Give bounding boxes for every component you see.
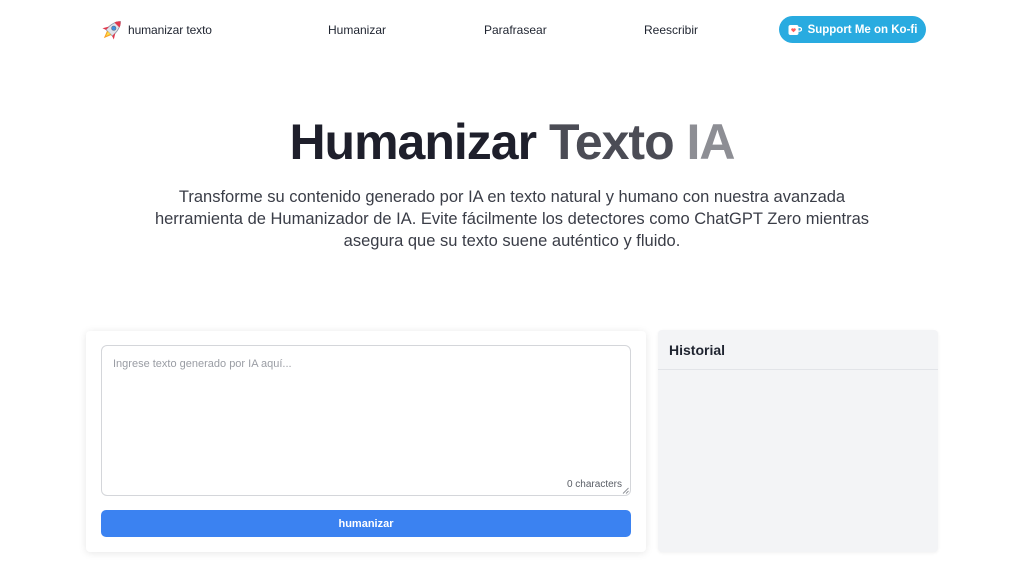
humanizar-button[interactable]: humanizar — [101, 510, 631, 537]
kofi-cup-icon — [788, 24, 802, 35]
nav-link-reescribir[interactable]: Reescribir — [644, 22, 698, 38]
brand-link[interactable]: humanizar texto — [98, 16, 212, 44]
character-count: 0 characters — [566, 479, 622, 490]
title-word-texto: Texto — [548, 114, 675, 170]
nav-link-humanizar[interactable]: Humanizar — [328, 22, 386, 38]
title-word-ia: IA — [686, 114, 736, 170]
top-navigation: humanizar texto Humanizar Parafrasear Re… — [0, 0, 1024, 60]
ai-text-input[interactable] — [102, 346, 630, 495]
humanizer-card: 0 characters humanizar — [86, 331, 646, 552]
support-kofi-button[interactable]: Support Me on Ko-fi — [779, 16, 926, 43]
brand-name: humanizar texto — [128, 23, 212, 37]
text-input-container: 0 characters — [101, 345, 631, 496]
page-title: Humanizar Texto IA — [0, 110, 1024, 174]
history-panel: Historial — [658, 330, 938, 552]
nav-link-parafrasear[interactable]: Parafrasear — [484, 22, 547, 38]
page: humanizar texto Humanizar Parafrasear Re… — [0, 0, 1024, 576]
history-title: Historial — [669, 342, 726, 358]
rocket-icon — [102, 21, 121, 40]
history-header: Historial — [658, 330, 938, 370]
page-subtitle: Transforme su contenido generado por IA … — [154, 188, 870, 250]
resize-handle-icon[interactable] — [622, 487, 629, 494]
title-word-humanizar: Humanizar — [289, 114, 537, 170]
support-kofi-label: Support Me on Ko-fi — [807, 23, 918, 36]
